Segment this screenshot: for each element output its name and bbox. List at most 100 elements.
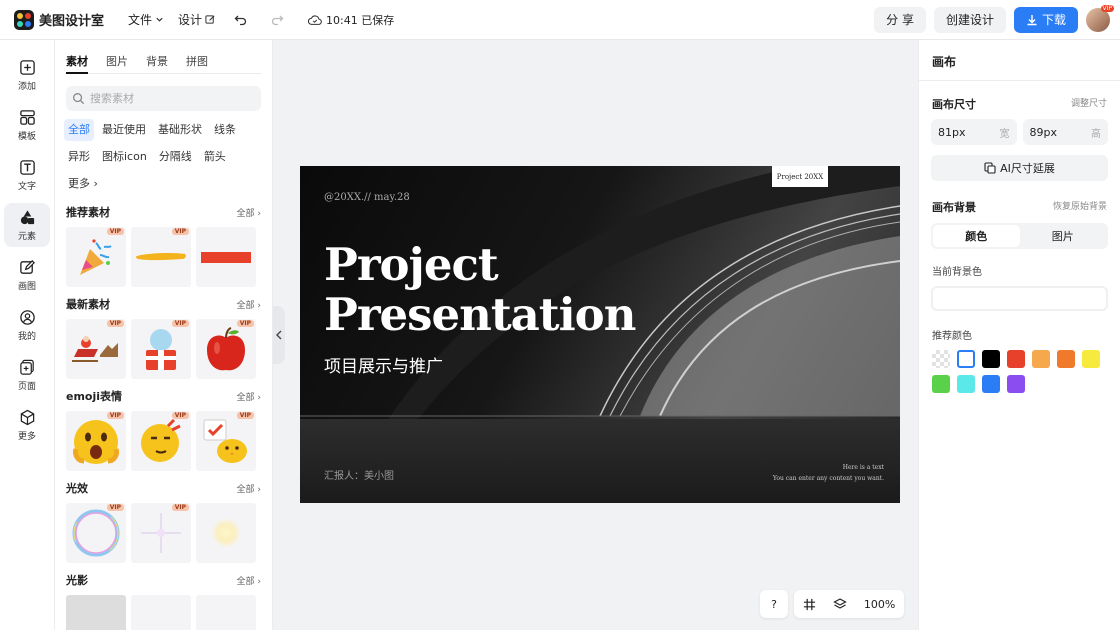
gift-icon [146, 329, 176, 370]
design-menu[interactable]: 设计 [178, 11, 216, 28]
red-bar-shape [201, 251, 251, 263]
swatch-red[interactable] [1007, 350, 1025, 368]
nav-mine[interactable]: 我的 [4, 303, 50, 347]
chip-dividers[interactable]: 分隔线 [155, 146, 196, 168]
zoom-level[interactable]: 100% [864, 598, 895, 611]
asset-red-bar[interactable] [196, 227, 256, 287]
slide-subtitle[interactable]: 项目展示与推广 [324, 352, 443, 377]
asset-bubble[interactable]: VIP [66, 503, 126, 563]
recommended-colors-label: 推荐颜色 [932, 331, 972, 342]
slide-floor [300, 419, 900, 503]
resize-link[interactable]: 调整尺寸 [1071, 96, 1107, 112]
asset-shadow-3[interactable] [196, 595, 256, 630]
nav-element[interactable]: 元素 [4, 203, 50, 247]
chip-arrows[interactable]: 箭头 [200, 146, 230, 168]
section-all-emoji[interactable]: 全部 › [237, 390, 261, 403]
asset-emoji-shocked[interactable]: VIP [66, 411, 126, 471]
section-all-recommended[interactable]: 全部 › [237, 206, 261, 219]
file-menu[interactable]: 文件 [128, 11, 164, 28]
sparkle-icon [141, 513, 181, 553]
swatch-cyan[interactable] [957, 375, 975, 393]
swatch-orange[interactable] [1057, 350, 1075, 368]
swatch-transparent[interactable] [932, 350, 950, 368]
slide-reporter[interactable]: 汇报人：美小图 [324, 467, 394, 482]
nav-page[interactable]: 页面 [4, 353, 50, 397]
chevron-down-icon [156, 17, 163, 22]
asset-shadow-1[interactable] [66, 595, 126, 630]
asset-sparkle[interactable]: VIP [131, 503, 191, 563]
asset-apple[interactable]: VIP [196, 319, 256, 379]
asset-gift-globe[interactable]: VIP [131, 319, 191, 379]
tab-backgrounds[interactable]: 背景 [146, 53, 168, 74]
bg-type-color[interactable]: 颜色 [933, 225, 1020, 247]
undo-icon [234, 15, 247, 25]
chip-irregular[interactable]: 异形 [64, 146, 94, 168]
slide-date[interactable]: @20XX.// may.28 [324, 192, 410, 203]
tab-collage[interactable]: 拼图 [186, 53, 208, 74]
redo-button[interactable] [266, 9, 288, 31]
slide-badge[interactable]: Project 20XX [772, 166, 828, 187]
nav-draw[interactable]: 画图 [4, 253, 50, 297]
cube-icon [20, 409, 34, 425]
ai-extend-button[interactable]: AI尺寸延展 [931, 155, 1108, 181]
height-field[interactable]: 89px 高 [1022, 119, 1108, 145]
nav-more[interactable]: 更多 [4, 403, 50, 447]
app-logo[interactable]: 美图设计室 [14, 9, 104, 30]
asset-shadow-2[interactable] [131, 595, 191, 630]
grid-icon[interactable] [803, 598, 816, 611]
bg-type-image[interactable]: 图片 [1020, 225, 1107, 247]
zoom-bar: ? 100% [760, 590, 904, 618]
ai-extend-label: AI尺寸延展 [1000, 162, 1055, 175]
asset-emoji-thinking[interactable]: VIP [131, 411, 191, 471]
download-button[interactable]: 下载 [1013, 6, 1078, 33]
tab-images[interactable]: 图片 [106, 53, 128, 74]
section-all-shadows[interactable]: 全部 › [237, 574, 261, 587]
search-input[interactable] [90, 92, 240, 105]
layers-icon[interactable] [832, 597, 847, 611]
nav-add[interactable]: 添加 [4, 53, 50, 97]
chip-icons[interactable]: 图标icon [98, 146, 151, 168]
slide-canvas[interactable]: @20XX.// may.28 Project 20XX Project Pre… [300, 166, 900, 503]
nav-text[interactable]: 文字 [4, 153, 50, 197]
vip-tag: VIP [106, 320, 124, 327]
swatch-yellow[interactable] [1082, 350, 1100, 368]
swatch-green[interactable] [932, 375, 950, 393]
asset-glow[interactable] [196, 503, 256, 563]
chip-more[interactable]: 更多 › [64, 173, 102, 195]
tab-materials[interactable]: 素材 [66, 53, 88, 74]
section-all-latest[interactable]: 全部 › [237, 298, 261, 311]
slide-title[interactable]: Project Presentation [324, 240, 636, 340]
nav-draw-label: 画图 [17, 281, 36, 292]
help-button[interactable]: ? [760, 590, 788, 618]
pencil-icon [19, 259, 35, 274]
undo-button[interactable] [230, 9, 252, 31]
asset-party-popper[interactable]: VIP [66, 227, 126, 287]
chip-basic-shapes[interactable]: 基础形状 [154, 119, 206, 141]
create-design-button[interactable]: 创建设计 [933, 6, 1006, 33]
avatar[interactable]: VIP [1086, 4, 1114, 32]
file-menu-label: 文件 [128, 13, 153, 27]
swatch-white[interactable] [957, 350, 975, 368]
share-button[interactable]: 分 享 [874, 6, 926, 33]
swatch-light-orange[interactable] [1032, 350, 1050, 368]
chip-recent[interactable]: 最近使用 [98, 119, 150, 141]
search-box[interactable] [66, 86, 261, 111]
width-field[interactable]: 81px 宽 [931, 119, 1017, 145]
chip-all[interactable]: 全部 [64, 119, 94, 141]
restore-bg-link[interactable]: 恢复原始背景 [1053, 199, 1107, 215]
swatch-blue[interactable] [982, 375, 1000, 393]
slide-note-line1: Here is a text [842, 464, 884, 471]
chip-lines[interactable]: 线条 [210, 119, 240, 141]
swatch-black[interactable] [982, 350, 1000, 368]
swatch-purple[interactable] [1007, 375, 1025, 393]
save-status: 10:41 已保存 [308, 12, 394, 28]
section-all-light-effects[interactable]: 全部 › [237, 482, 261, 495]
asset-sleigh[interactable]: VIP [66, 319, 126, 379]
asset-emoji-check[interactable]: VIP [196, 411, 256, 471]
current-color-field[interactable] [931, 286, 1108, 311]
cloud-check-icon [308, 14, 322, 25]
color-swatches [932, 350, 1120, 393]
asset-orange-brush[interactable]: VIP [131, 227, 191, 287]
nav-template[interactable]: 模板 [4, 103, 50, 147]
slide-note[interactable]: Here is a text You can enter any content… [773, 462, 884, 484]
